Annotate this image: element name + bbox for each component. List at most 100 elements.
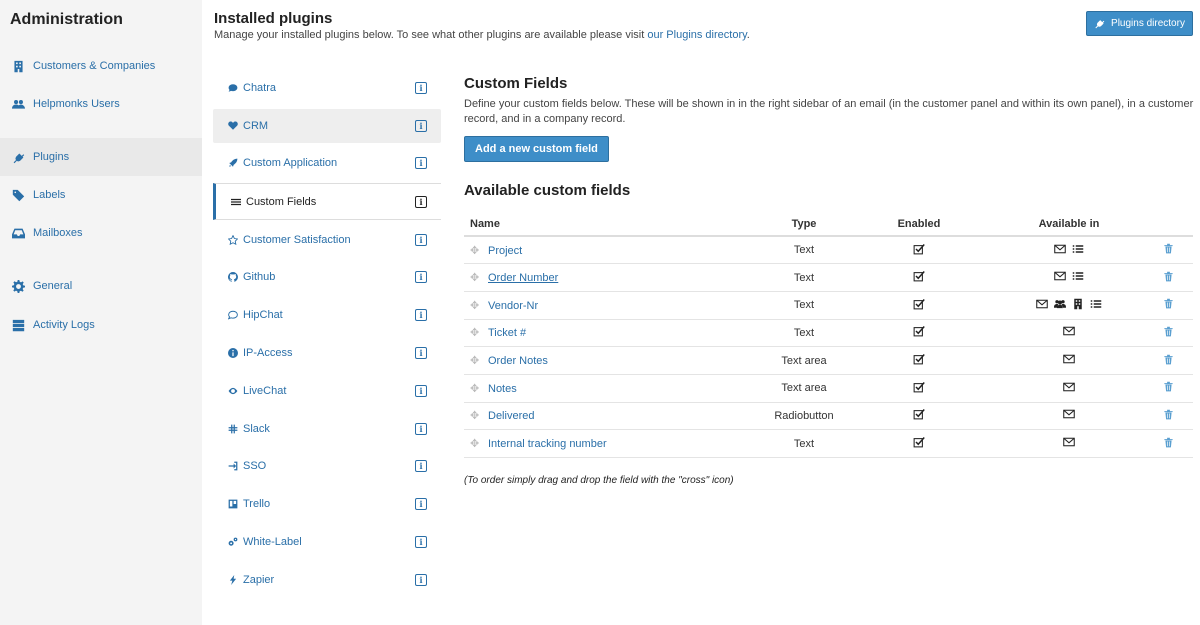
field-name-link[interactable]: Order Number <box>488 272 558 284</box>
field-actions-cell <box>1144 346 1193 375</box>
trash-icon[interactable] <box>1163 381 1174 395</box>
users-icon <box>12 98 25 111</box>
info-icon[interactable]: i <box>415 82 427 94</box>
plugin-item-custom-application[interactable]: Custom Application i <box>213 146 441 180</box>
plugin-item-trello[interactable]: Trello i <box>213 487 441 521</box>
sidebar-item-users[interactable]: Helpmonks Users <box>0 85 202 123</box>
info-icon[interactable]: i <box>415 196 427 208</box>
checked-box-icon[interactable] <box>913 408 925 423</box>
plugin-label: Zapier <box>243 574 275 586</box>
info-icon[interactable]: i <box>415 536 427 548</box>
heartbeat-icon <box>227 121 238 132</box>
drag-cross-icon[interactable]: ✥ <box>470 326 480 339</box>
custom-fields-table: Name Type Enabled Available in ✥ Project … <box>464 212 1193 458</box>
eye-icon <box>227 386 238 397</box>
checked-box-icon[interactable] <box>913 325 925 340</box>
checked-box-icon[interactable] <box>913 381 925 396</box>
add-custom-field-button[interactable]: Add a new custom field <box>464 136 609 162</box>
plugin-label: Slack <box>243 423 270 435</box>
plugin-item-livechat[interactable]: LiveChat i <box>213 374 441 408</box>
field-name-link[interactable]: Delivered <box>488 410 534 422</box>
slack-icon <box>227 424 238 435</box>
sidebar-item-plugins[interactable]: Plugins <box>0 138 202 176</box>
col-type: Type <box>764 212 844 237</box>
field-available-cell <box>994 374 1144 403</box>
table-row: ✥ Vendor-Nr Text <box>464 291 1193 320</box>
field-name-cell: ✥ Delivered <box>464 402 764 431</box>
checked-box-icon[interactable] <box>913 243 925 258</box>
field-name-link[interactable]: Internal tracking number <box>488 438 607 450</box>
info-icon[interactable]: i <box>415 271 427 283</box>
plugin-item-ip-access[interactable]: IP-Access i <box>213 336 441 370</box>
envelope-icon <box>1054 243 1066 258</box>
sidebar-item-activity-logs[interactable]: Activity Logs <box>0 306 202 344</box>
checked-box-icon[interactable] <box>913 353 925 368</box>
plugin-label: Custom Application <box>243 157 338 169</box>
plug-icon <box>12 150 25 164</box>
plugin-item-crm[interactable]: CRM i <box>213 109 441 143</box>
drag-cross-icon[interactable]: ✥ <box>470 299 480 312</box>
field-name-link[interactable]: Order Notes <box>488 355 548 367</box>
field-name-link[interactable]: Project <box>488 245 522 257</box>
info-icon[interactable]: i <box>415 157 427 169</box>
field-name-link[interactable]: Ticket # <box>488 327 526 339</box>
sidebar-item-label: Labels <box>33 189 66 201</box>
field-type-cell: Text area <box>764 346 844 375</box>
plugin-item-hipchat[interactable]: HipChat i <box>213 298 441 332</box>
plugin-item-sso[interactable]: SSO i <box>213 449 441 483</box>
field-name-link[interactable]: Vendor-Nr <box>488 300 538 312</box>
envelope-icon <box>1063 408 1075 423</box>
sidebar-item-labels[interactable]: Labels <box>0 176 202 214</box>
field-available-cell <box>994 402 1144 431</box>
sidebar-item-label: Helpmonks Users <box>33 98 120 110</box>
info-icon[interactable]: i <box>415 423 427 435</box>
sidebar-item-mailboxes[interactable]: Mailboxes <box>0 214 202 252</box>
field-available-cell <box>994 429 1144 458</box>
plugins-directory-link[interactable]: our Plugins directory <box>647 29 746 41</box>
sidebar-item-customers[interactable]: Customers & Companies <box>0 47 202 85</box>
plugin-label: White-Label <box>243 536 302 548</box>
plugin-item-white-label[interactable]: White-Label i <box>213 525 441 559</box>
info-icon[interactable]: i <box>415 460 427 472</box>
plugin-label: IP-Access <box>243 347 293 359</box>
info-icon[interactable]: i <box>415 498 427 510</box>
trash-icon[interactable] <box>1163 354 1174 368</box>
info-icon[interactable]: i <box>415 234 427 246</box>
drag-cross-icon[interactable]: ✥ <box>470 409 480 422</box>
plugin-item-customer-satisfaction[interactable]: Customer Satisfaction i <box>213 223 441 257</box>
plugin-item-slack[interactable]: Slack i <box>213 412 441 446</box>
trash-icon[interactable] <box>1163 298 1174 312</box>
info-icon[interactable]: i <box>415 120 427 132</box>
field-available-cell <box>994 319 1144 348</box>
drag-cross-icon[interactable]: ✥ <box>470 244 480 257</box>
users-icon <box>1054 298 1066 313</box>
field-type-cell: Text <box>764 429 844 458</box>
sidebar-item-general[interactable]: General <box>0 267 202 305</box>
info-icon[interactable]: i <box>415 385 427 397</box>
plugin-item-chatra[interactable]: Chatra i <box>213 71 441 105</box>
info-icon[interactable]: i <box>415 574 427 586</box>
plugin-label: Custom Fields <box>246 195 317 208</box>
sign-in-icon <box>227 461 238 472</box>
checked-box-icon[interactable] <box>913 270 925 285</box>
checked-box-icon[interactable] <box>913 298 925 313</box>
trash-icon[interactable] <box>1163 409 1174 423</box>
drag-cross-icon[interactable]: ✥ <box>470 271 480 284</box>
info-icon[interactable]: i <box>415 347 427 359</box>
trash-icon[interactable] <box>1163 243 1174 257</box>
trash-icon[interactable] <box>1163 271 1174 285</box>
trash-icon[interactable] <box>1163 326 1174 340</box>
drag-cross-icon[interactable]: ✥ <box>470 354 480 367</box>
drag-cross-icon[interactable]: ✥ <box>470 382 480 395</box>
checked-box-icon[interactable] <box>913 436 925 451</box>
drag-cross-icon[interactable]: ✥ <box>470 437 480 450</box>
plugin-item-custom-fields[interactable]: Custom Fields i <box>213 183 441 220</box>
field-name-link[interactable]: Notes <box>488 383 517 395</box>
info-icon[interactable]: i <box>415 309 427 321</box>
trash-icon[interactable] <box>1163 437 1174 451</box>
plugins-directory-button[interactable]: Plugins directory <box>1086 11 1193 36</box>
plugin-item-zapier[interactable]: Zapier i <box>213 563 441 597</box>
plugin-item-github[interactable]: Github i <box>213 260 441 294</box>
field-enabled-cell <box>844 319 994 348</box>
field-type-cell: Text area <box>764 374 844 403</box>
